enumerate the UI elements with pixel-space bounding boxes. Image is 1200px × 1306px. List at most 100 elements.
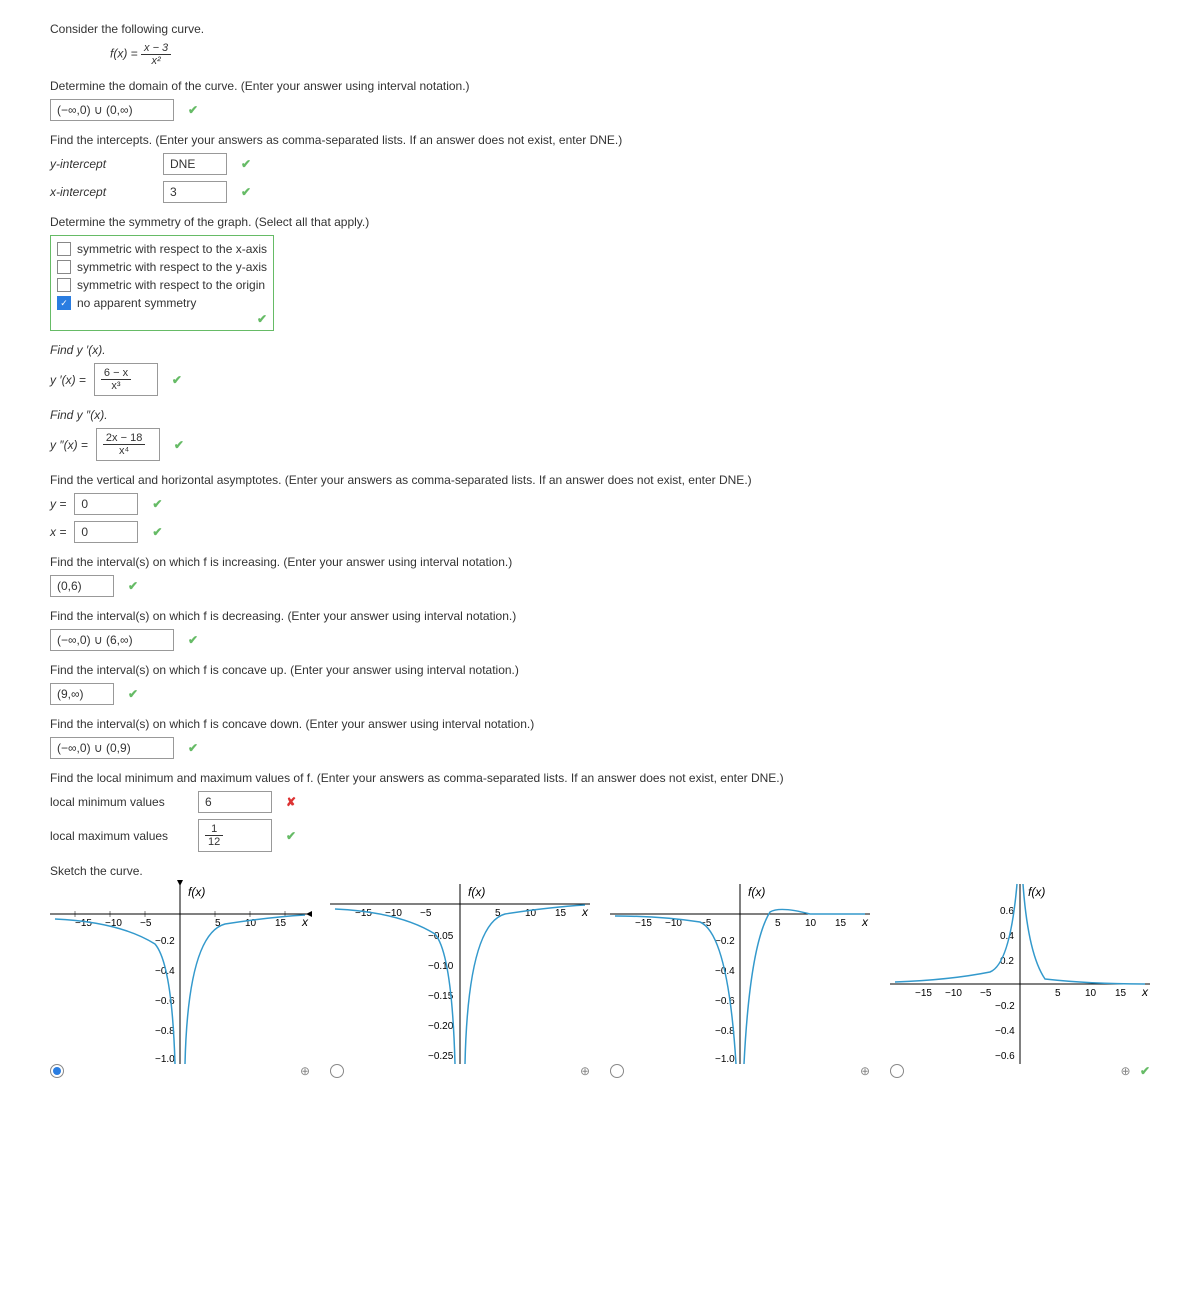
radio-graph-a[interactable] bbox=[50, 1064, 64, 1078]
svg-text:x: x bbox=[861, 915, 869, 929]
radio-graph-b[interactable] bbox=[330, 1064, 344, 1078]
svg-text:f(x): f(x) bbox=[748, 885, 765, 899]
radio-graph-c[interactable] bbox=[610, 1064, 624, 1078]
svg-text:15: 15 bbox=[1115, 988, 1127, 999]
intercepts-prompt: Find the intercepts. (Enter your answers… bbox=[50, 133, 1150, 147]
svg-text:−0.6: −0.6 bbox=[995, 1051, 1015, 1062]
min-input[interactable]: 6 bbox=[198, 791, 272, 813]
check-icon: ✔ bbox=[188, 103, 198, 117]
yp-input[interactable]: 6 − xx³ bbox=[94, 363, 158, 396]
svg-text:−0.6: −0.6 bbox=[715, 996, 735, 1007]
svg-text:−0.2: −0.2 bbox=[155, 936, 175, 947]
inc-prompt: Find the interval(s) on which f is incre… bbox=[50, 555, 1150, 569]
cd-input[interactable]: (−∞,0) ∪ (0,9) bbox=[50, 737, 174, 759]
svg-text:x: x bbox=[301, 915, 309, 929]
svg-text:x: x bbox=[581, 905, 589, 919]
check-icon: ✔ bbox=[152, 525, 162, 539]
check-icon: ✔ bbox=[1140, 1064, 1150, 1078]
svg-text:f(x): f(x) bbox=[1028, 885, 1045, 899]
svg-text:10: 10 bbox=[805, 918, 817, 929]
svg-text:15: 15 bbox=[835, 918, 847, 929]
check-icon: ✔ bbox=[241, 157, 251, 171]
asym-prompt: Find the vertical and horizontal asympto… bbox=[50, 473, 1150, 487]
svg-text:5: 5 bbox=[775, 918, 781, 929]
graph-c: f(x) x −15−10−5 51015 −0.2−0.4−0.6−0.8−1… bbox=[610, 884, 870, 1064]
fx-eq: f(x) = x − 3x² bbox=[110, 42, 1150, 67]
cross-icon: ✘ bbox=[286, 795, 296, 809]
svg-text:−0.6: −0.6 bbox=[155, 996, 175, 1007]
va-label: x = bbox=[50, 525, 66, 539]
svg-text:−15: −15 bbox=[75, 918, 92, 929]
svg-text:−5: −5 bbox=[980, 988, 992, 999]
checkbox-sym-none[interactable]: ✓ bbox=[57, 296, 71, 310]
check-icon: ✔ bbox=[257, 312, 267, 326]
check-icon: ✔ bbox=[128, 579, 138, 593]
symmetry-prompt: Determine the symmetry of the graph. (Se… bbox=[50, 215, 1150, 229]
svg-text:15: 15 bbox=[275, 918, 287, 929]
intro: Consider the following curve. bbox=[50, 22, 1150, 36]
yint-input[interactable]: DNE bbox=[163, 153, 227, 175]
svg-text:−0.8: −0.8 bbox=[715, 1026, 735, 1037]
check-icon: ✔ bbox=[286, 829, 296, 843]
dec-prompt: Find the interval(s) on which f is decre… bbox=[50, 609, 1150, 623]
check-icon: ✔ bbox=[188, 633, 198, 647]
svg-text:−15: −15 bbox=[355, 908, 372, 919]
symmetry-group: symmetric with respect to the x-axis sym… bbox=[50, 235, 274, 331]
svg-text:−0.4: −0.4 bbox=[995, 1026, 1015, 1037]
sketch-prompt: Sketch the curve. bbox=[50, 864, 1150, 878]
check-icon: ✔ bbox=[172, 373, 182, 387]
graph-b: f(x) x −15−10−5 51015 −0.05−0.10−0.15−0.… bbox=[330, 884, 590, 1064]
magnify-icon[interactable]: ⊕ bbox=[300, 1064, 310, 1078]
check-icon: ✔ bbox=[152, 497, 162, 511]
magnify-icon[interactable]: ⊕ bbox=[1121, 1064, 1131, 1078]
yp-label: y ′(x) = bbox=[50, 373, 86, 387]
svg-text:x: x bbox=[1141, 985, 1149, 999]
checkbox-sym-x[interactable] bbox=[57, 242, 71, 256]
check-icon: ✔ bbox=[128, 687, 138, 701]
svg-text:−5: −5 bbox=[420, 908, 432, 919]
magnify-icon[interactable]: ⊕ bbox=[580, 1064, 590, 1078]
max-label: local maximum values bbox=[50, 829, 190, 843]
yp-prompt: Find y ′(x). bbox=[50, 343, 1150, 357]
va-input[interactable]: 0 bbox=[74, 521, 138, 543]
check-icon: ✔ bbox=[241, 185, 251, 199]
ypp-input[interactable]: 2x − 18x⁴ bbox=[96, 428, 160, 461]
svg-text:f(x): f(x) bbox=[188, 885, 205, 899]
svg-text:−10: −10 bbox=[945, 988, 962, 999]
domain-prompt: Determine the domain of the curve. (Ente… bbox=[50, 79, 1150, 93]
svg-text:0.6: 0.6 bbox=[1000, 906, 1014, 917]
check-icon: ✔ bbox=[174, 438, 184, 452]
cu-input[interactable]: (9,∞) bbox=[50, 683, 114, 705]
dec-input[interactable]: (−∞,0) ∪ (6,∞) bbox=[50, 629, 174, 651]
graph-a: f(x) x −15−10−5 51015 −0.2−0.4−0.6−0.8−1… bbox=[50, 884, 310, 1064]
ha-label: y = bbox=[50, 497, 66, 511]
svg-text:−0.10: −0.10 bbox=[428, 961, 454, 972]
svg-text:−0.8: −0.8 bbox=[155, 1026, 175, 1037]
checkbox-sym-origin[interactable] bbox=[57, 278, 71, 292]
max-input[interactable]: 112 bbox=[198, 819, 272, 852]
checkbox-sym-y[interactable] bbox=[57, 260, 71, 274]
xint-input[interactable]: 3 bbox=[163, 181, 227, 203]
svg-text:15: 15 bbox=[555, 908, 567, 919]
cd-prompt: Find the interval(s) on which f is conca… bbox=[50, 717, 1150, 731]
svg-text:−0.20: −0.20 bbox=[428, 1021, 454, 1032]
svg-text:−0.25: −0.25 bbox=[428, 1051, 454, 1062]
xint-label: x-intercept bbox=[50, 185, 155, 199]
yint-label: y-intercept bbox=[50, 157, 155, 171]
svg-text:−15: −15 bbox=[635, 918, 652, 929]
svg-text:10: 10 bbox=[1085, 988, 1097, 999]
svg-text:−5: −5 bbox=[140, 918, 152, 929]
ha-input[interactable]: 0 bbox=[74, 493, 138, 515]
ext-prompt: Find the local minimum and maximum value… bbox=[50, 771, 1150, 785]
inc-input[interactable]: (0,6) bbox=[50, 575, 114, 597]
magnify-icon[interactable]: ⊕ bbox=[860, 1064, 870, 1078]
svg-text:0.4: 0.4 bbox=[1000, 931, 1014, 942]
cu-prompt: Find the interval(s) on which f is conca… bbox=[50, 663, 1150, 677]
domain-input[interactable]: (−∞,0) ∪ (0,∞) bbox=[50, 99, 174, 121]
radio-graph-d[interactable] bbox=[890, 1064, 904, 1078]
check-icon: ✔ bbox=[188, 741, 198, 755]
ypp-prompt: Find y ″(x). bbox=[50, 408, 1150, 422]
svg-text:−15: −15 bbox=[915, 988, 932, 999]
ypp-label: y ″(x) = bbox=[50, 438, 88, 452]
graph-d: f(x) x −15−10−5 51015 0.60.40.2 −0.2−0.4… bbox=[890, 884, 1150, 1064]
